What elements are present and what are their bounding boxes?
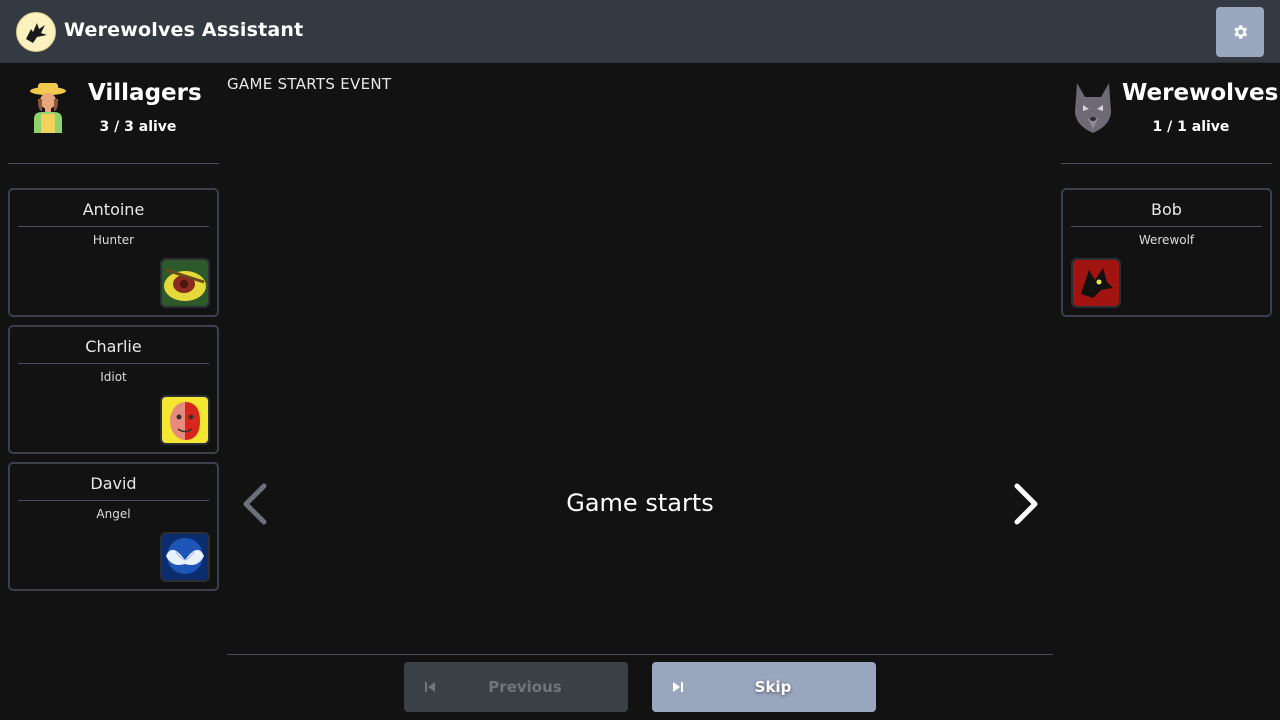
wolf-avatar-icon xyxy=(1071,81,1119,135)
player-role: Hunter xyxy=(92,233,135,247)
settings-button[interactable] xyxy=(1216,7,1264,57)
hunter-role-icon[interactable] xyxy=(160,258,210,308)
villagers-panel: Villagers 3 / 3 alive Antoine Hunter Cha… xyxy=(8,63,219,720)
skip-previous-icon xyxy=(425,682,435,692)
bottom-divider xyxy=(227,654,1053,655)
werewolf-logo-icon[interactable] xyxy=(16,12,56,52)
player-role: Werewolf xyxy=(1138,233,1195,247)
skip-next-icon xyxy=(673,682,683,692)
player-card-bob[interactable]: Bob Werewolf xyxy=(1061,188,1272,317)
werewolves-team-name: Werewolves xyxy=(1122,80,1279,106)
top-bar: Werewolves Assistant xyxy=(0,0,1280,63)
angel-role-icon[interactable] xyxy=(160,532,210,582)
werewolf-role-icon[interactable] xyxy=(1071,258,1121,308)
next-event-arrow[interactable] xyxy=(1005,480,1045,528)
event-description: Game starts xyxy=(566,489,714,517)
villager-avatar-icon xyxy=(24,81,72,135)
app-title[interactable]: Werewolves Assistant xyxy=(64,19,303,41)
player-card-charlie[interactable]: Charlie Idiot xyxy=(8,325,219,454)
player-name: David xyxy=(18,474,209,501)
werewolves-alive-count: 1 / 1 alive xyxy=(1152,119,1230,135)
previous-button[interactable]: Previous xyxy=(404,662,628,712)
player-card-david[interactable]: David Angel xyxy=(8,462,219,591)
player-role: Angel xyxy=(96,507,131,521)
werewolves-header: Werewolves 1 / 1 alive xyxy=(1061,63,1278,164)
werewolves-panel: Werewolves 1 / 1 alive Bob Werewolf xyxy=(1061,63,1278,720)
event-title: GAME STARTS EVENT xyxy=(227,75,392,93)
villagers-header: Villagers 3 / 3 alive xyxy=(8,63,219,164)
player-name: Bob xyxy=(1071,200,1262,227)
player-card-antoine[interactable]: Antoine Hunter xyxy=(8,188,219,317)
skip-button[interactable]: Skip xyxy=(652,662,876,712)
idiot-role-icon[interactable] xyxy=(160,395,210,445)
previous-event-arrow[interactable] xyxy=(236,480,276,528)
player-role: Idiot xyxy=(100,370,127,384)
player-name: Antoine xyxy=(18,200,209,227)
chevron-right-icon xyxy=(1014,483,1038,525)
chevron-left-icon xyxy=(243,483,267,525)
player-name: Charlie xyxy=(18,337,209,364)
gear-icon xyxy=(1234,25,1248,39)
villagers-team-name: Villagers xyxy=(88,80,202,106)
villagers-alive-count: 3 / 3 alive xyxy=(99,119,177,135)
